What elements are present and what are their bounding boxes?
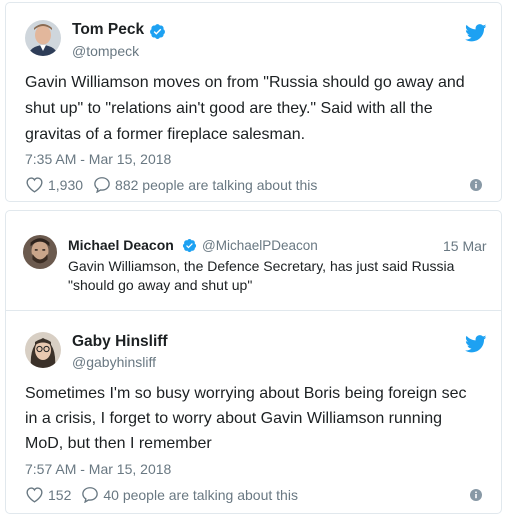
- author-name[interactable]: Gaby Hinsliff: [72, 333, 168, 351]
- tweet-timestamp[interactable]: 7:35 AM - Mar 15, 2018: [25, 151, 171, 167]
- tweet-card-tom-peck: Tom Peck @tompeck Gavin Williamson moves…: [5, 2, 502, 202]
- avatar-tom-peck[interactable]: [25, 20, 61, 56]
- tweet-text-line: MoD, but then I remember: [25, 435, 212, 452]
- tweet-timestamp[interactable]: 7:57 AM - Mar 15, 2018: [25, 461, 171, 477]
- tweet-text-line: Sometimes I'm so busy worrying about Bor…: [25, 385, 467, 402]
- avatar-gaby-hinsliff[interactable]: [25, 332, 61, 368]
- heart-icon[interactable]: [25, 486, 44, 503]
- author-handle[interactable]: @tompeck: [72, 43, 139, 59]
- twitter-bird-icon[interactable]: [465, 335, 487, 353]
- talking-count[interactable]: 882 people are talking about this: [115, 177, 317, 193]
- info-icon[interactable]: [470, 179, 482, 191]
- tweet-actions: 1,930 882 people are talking about this: [25, 176, 317, 193]
- heart-icon[interactable]: [25, 176, 44, 193]
- verified-badge-icon: [150, 24, 165, 39]
- tweet-card-gaby-hinsliff: Michael Deacon @MichaelPDeacon 15 Mar Ga…: [5, 210, 502, 514]
- quoted-text-line: "should go away and shut up": [68, 277, 253, 293]
- reply-bubble-icon[interactable]: [93, 176, 111, 193]
- tweet-actions: 152 40 people are talking about this: [25, 486, 298, 503]
- quoted-author-name[interactable]: Michael Deacon: [68, 237, 174, 253]
- tweet-text-line: in a crisis, I forget to worry about Gav…: [25, 410, 443, 427]
- tweet-text-line: shut up" to "relations ain't good are th…: [25, 100, 433, 117]
- quoted-author-handle[interactable]: @MichaelPDeacon: [202, 238, 318, 253]
- avatar-michael-deacon[interactable]: [23, 235, 57, 269]
- quoted-date[interactable]: 15 Mar: [443, 238, 487, 254]
- twitter-bird-icon[interactable]: [465, 24, 487, 42]
- talking-count[interactable]: 40 people are talking about this: [103, 487, 298, 503]
- like-count[interactable]: 1,930: [48, 177, 83, 193]
- quoted-text-line: Gavin Williamson, the Defence Secretary,…: [68, 258, 455, 274]
- quote-divider: [6, 310, 501, 311]
- author-name[interactable]: Tom Peck: [72, 21, 144, 39]
- author-handle[interactable]: @gabyhinsliff: [72, 354, 156, 370]
- like-count[interactable]: 152: [48, 487, 71, 503]
- verified-badge-icon: [182, 238, 197, 253]
- reply-bubble-icon[interactable]: [81, 486, 99, 503]
- info-icon[interactable]: [470, 489, 482, 501]
- tweet-text-line: gravitas of a former fireplace salesman.: [25, 126, 306, 143]
- tweet-text-line: Gavin Williamson moves on from "Russia s…: [25, 74, 465, 91]
